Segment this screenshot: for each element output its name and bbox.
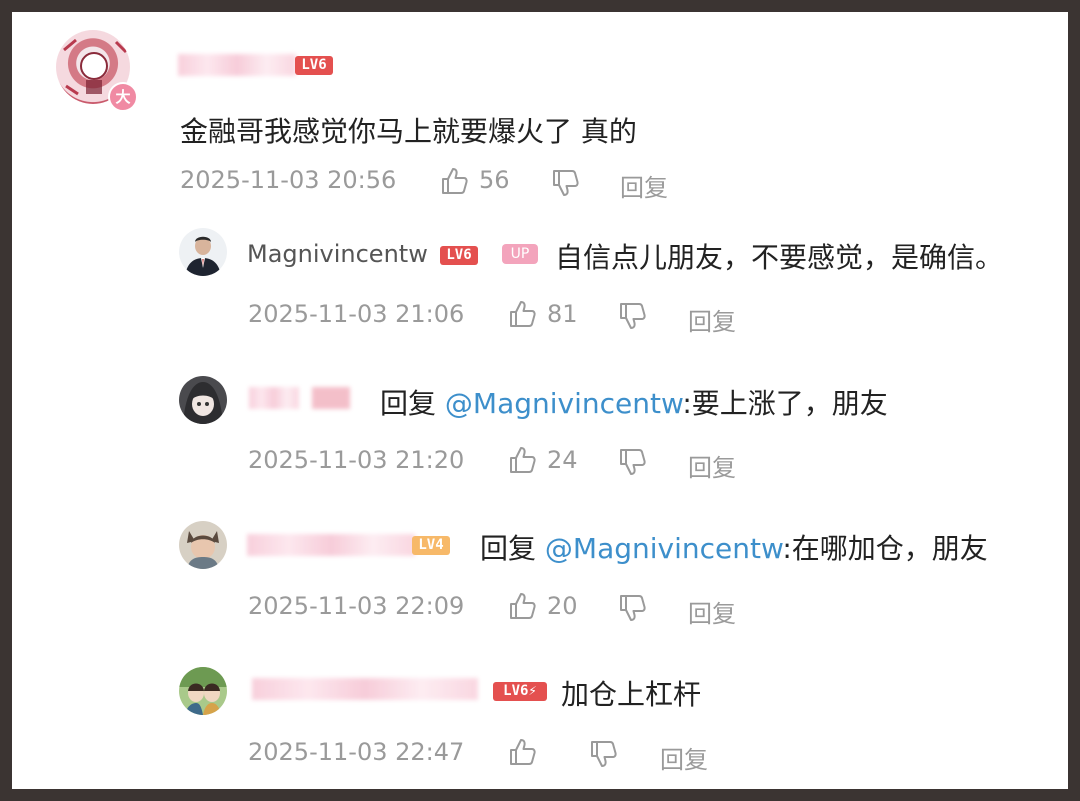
reply-avatar[interactable] [179,667,227,715]
like-count: 81 [547,300,578,328]
username-blurred [312,387,350,409]
thumbs-down-icon[interactable] [588,739,618,769]
reply-text: 加仓上杠杆 [561,678,702,711]
level-badge: LV6⚡ [493,682,547,701]
thumbs-down-icon[interactable] [617,447,647,477]
username-blurred [247,534,415,556]
reply-text-line: 回复 @Magnivincentw:要上涨了，朋友 [380,382,888,422]
reply-button[interactable]: 回复 [660,740,708,775]
reply-text: 自信点儿朋友，不要感觉，是确信。 [555,241,1004,274]
reply-button[interactable]: 回复 [688,302,736,337]
level-badge: LV4 [412,536,450,555]
reply-timestamp: 2025-11-03 21:20 [248,446,465,474]
mention-link[interactable]: @Magnivincentw [545,532,782,565]
reply-text-line: 回复 @Magnivincentw:在哪加仓，朋友 [480,527,988,567]
comment-text: 金融哥我感觉你马上就要爆火了 真的 [180,115,637,148]
reply-username[interactable]: Magnivincentw [247,240,428,268]
thumbs-up-icon[interactable] [507,737,537,767]
reply-button[interactable]: 回复 [688,448,736,483]
like-count: 56 [479,166,510,194]
screenshot-frame: 大 LV6 金融哥我感觉你马上就要爆火了 真的 2025-11-03 20:56… [0,0,1080,801]
thumbs-up-icon[interactable] [439,166,469,196]
vip-badge: 大 [108,82,138,112]
reply-text: :在哪加仓，朋友 [782,532,988,565]
reply-button[interactable]: 回复 [620,168,668,203]
username-blurred [252,678,478,700]
comment-timestamp: 2025-11-03 20:56 [180,166,397,194]
reply-timestamp: 2025-11-03 22:47 [248,738,465,766]
thumbs-down-icon[interactable] [550,168,580,198]
thumbs-up-icon[interactable] [507,591,537,621]
username-blurred [249,387,299,409]
level-badge: LV6 [440,246,478,265]
reply-avatar[interactable] [179,376,227,424]
reply-label: 回复 [380,387,437,420]
reply-timestamp: 2025-11-03 21:06 [248,300,465,328]
thumbs-down-icon[interactable] [617,301,647,331]
comment-thread: 大 LV6 金融哥我感觉你马上就要爆火了 真的 2025-11-03 20:56… [12,12,1068,789]
level-badge: LV6 [295,56,333,75]
username-blurred [178,54,296,76]
like-count: 24 [547,446,578,474]
thumbs-down-icon[interactable] [617,593,647,623]
like-count: 20 [547,592,578,620]
reply-timestamp: 2025-11-03 22:09 [248,592,465,620]
reply-avatar[interactable] [179,521,227,569]
up-badge: UP [502,244,538,264]
thumbs-up-icon[interactable] [507,445,537,475]
mention-link[interactable]: @Magnivincentw [445,387,682,420]
thumbs-up-icon[interactable] [507,299,537,329]
reply-avatar[interactable] [179,228,227,276]
reply-label: 回复 [480,532,537,565]
reply-button[interactable]: 回复 [688,594,736,629]
reply-text: :要上涨了，朋友 [682,387,888,420]
